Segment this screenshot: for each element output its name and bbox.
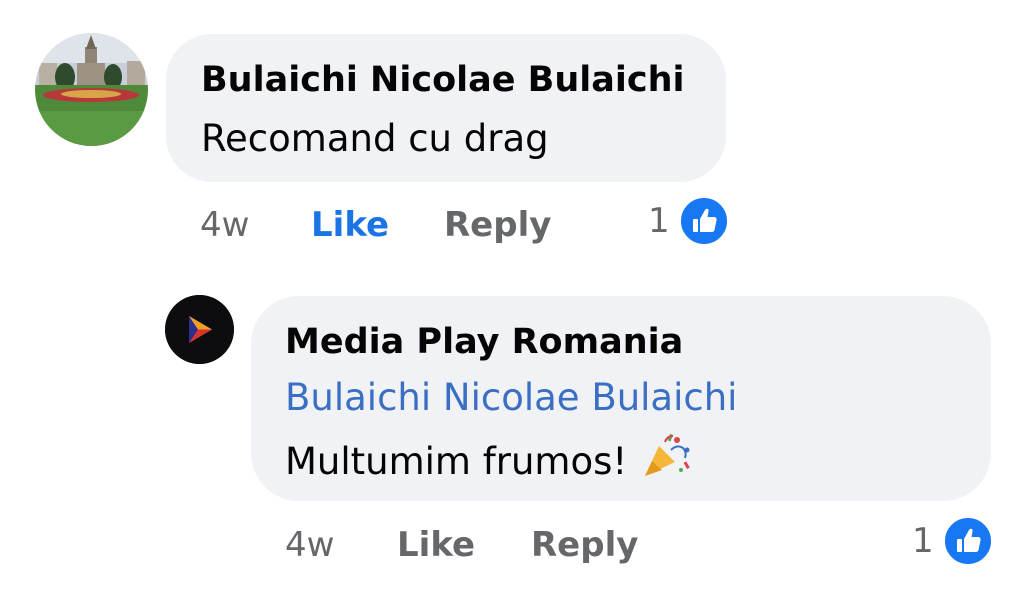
reply-text: Multumim frumos!: [285, 432, 693, 489]
comment-time[interactable]: 4w: [200, 205, 249, 245]
comment-bubble: Bulaichi Nicolae Bulaichi Recomand cu dr…: [166, 34, 726, 182]
like-thumb-icon[interactable]: [678, 195, 730, 247]
reply-time[interactable]: 4w: [285, 525, 334, 565]
like-button[interactable]: Like: [397, 525, 475, 565]
avatar[interactable]: [35, 33, 148, 146]
reaction-count[interactable]: 1: [648, 201, 670, 241]
reaction-count[interactable]: 1: [912, 521, 934, 561]
avatar-photo: [35, 33, 148, 146]
reply-text-body: Multumim frumos!: [285, 440, 639, 483]
reply-button[interactable]: Reply: [444, 205, 551, 245]
reply-mention[interactable]: Bulaichi Nicolae Bulaichi: [285, 376, 737, 419]
reply-button[interactable]: Reply: [531, 525, 638, 565]
reply-author[interactable]: Media Play Romania: [285, 322, 683, 362]
comment-text: Recomand cu drag: [201, 117, 549, 160]
avatar[interactable]: [165, 295, 234, 364]
like-button[interactable]: Like: [311, 205, 389, 245]
party-popper-icon: [641, 432, 693, 489]
comment-author[interactable]: Bulaichi Nicolae Bulaichi: [201, 60, 685, 100]
play-logo-icon: [165, 295, 234, 364]
reply-bubble: Media Play Romania Bulaichi Nicolae Bula…: [251, 296, 991, 501]
like-thumb-icon[interactable]: [942, 515, 994, 567]
